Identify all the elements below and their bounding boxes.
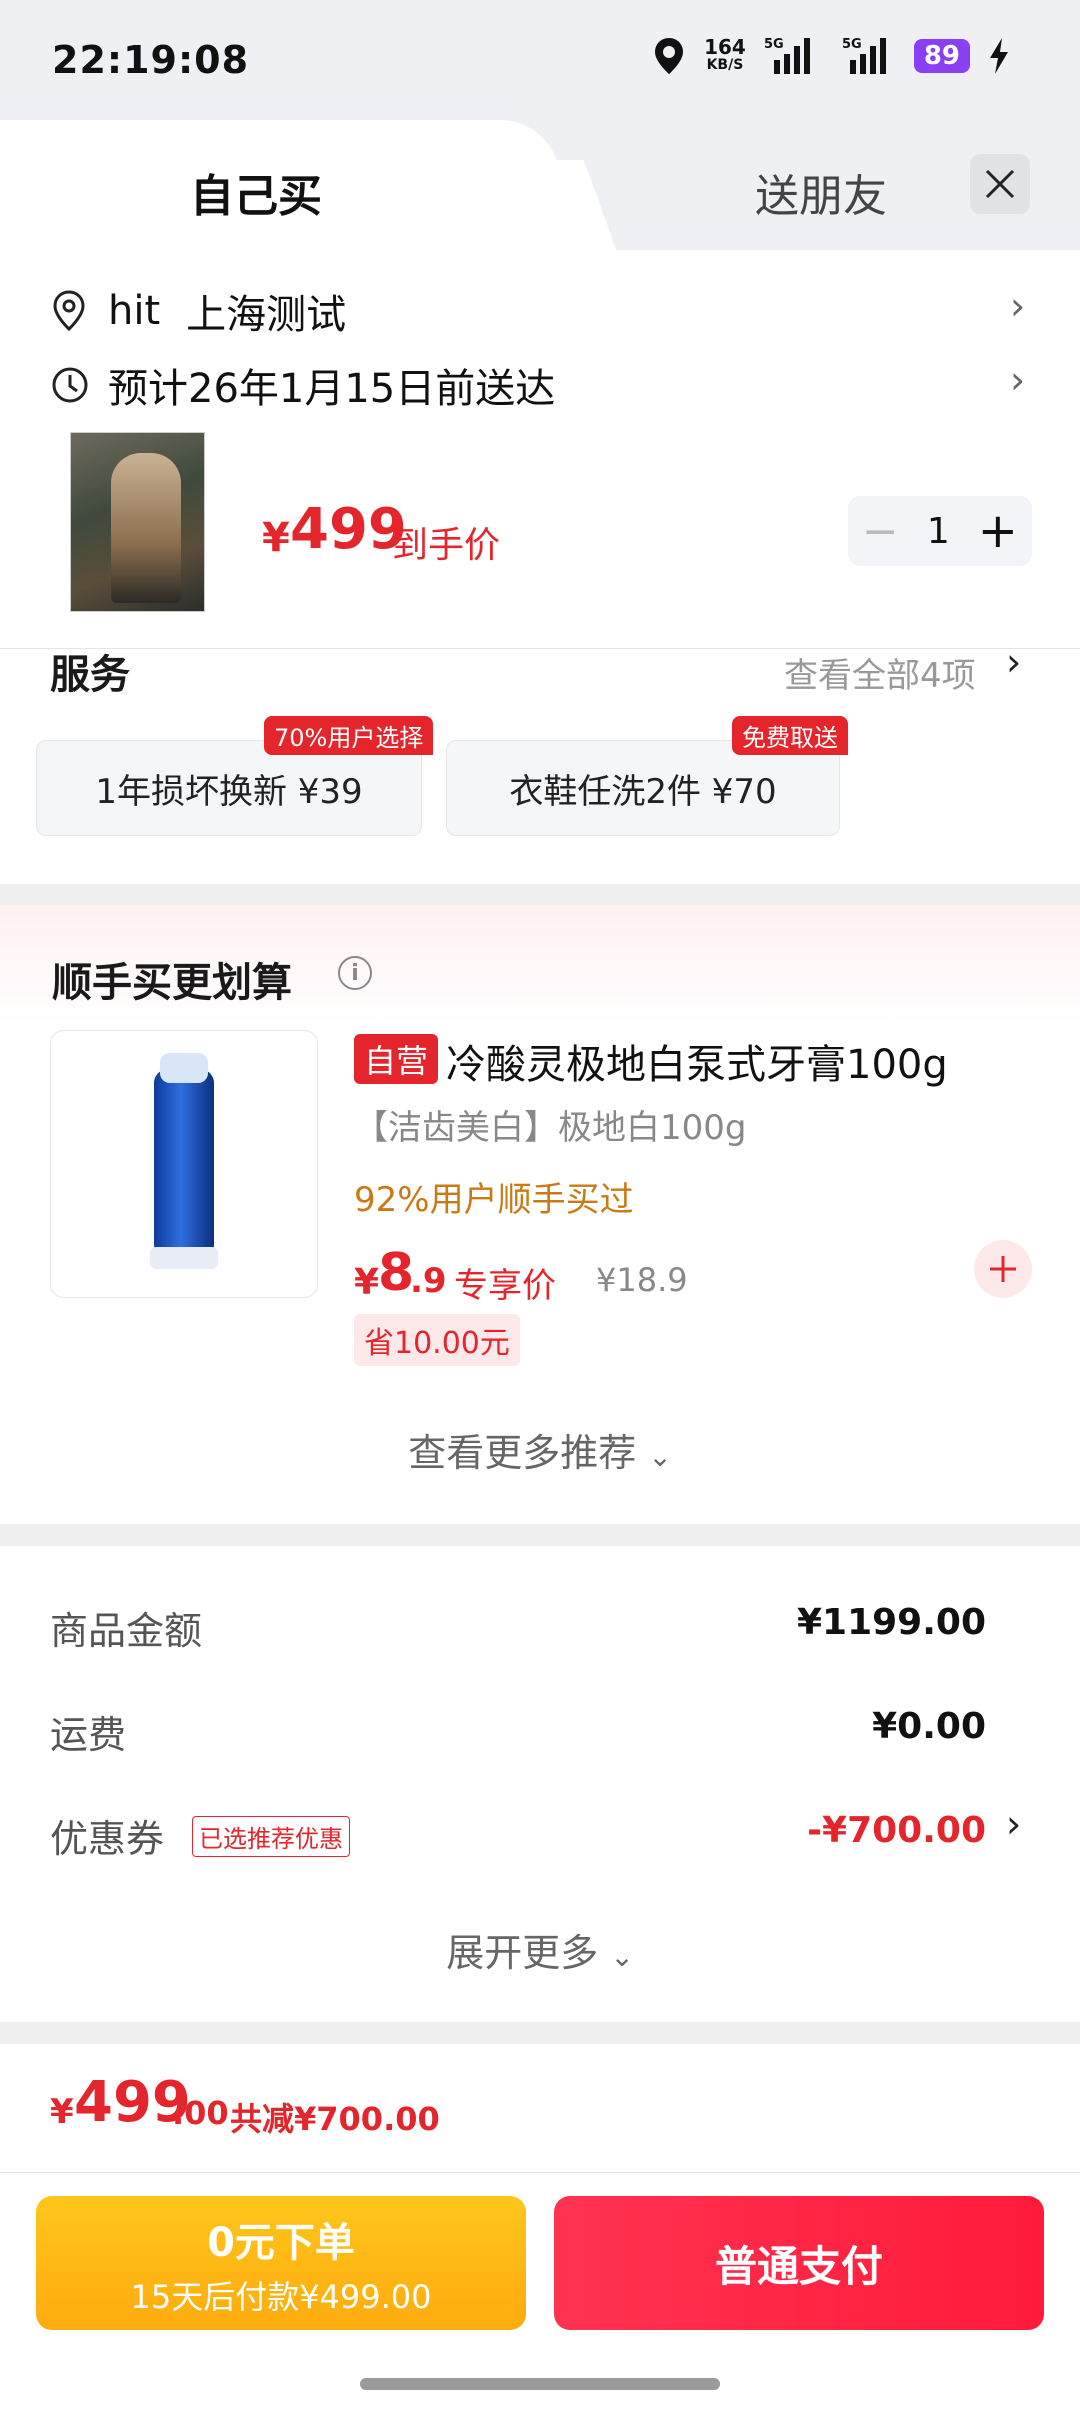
net-speed: 164 KB/S bbox=[704, 35, 746, 73]
section-gap bbox=[0, 884, 1080, 906]
more-recommendations[interactable]: 查看更多推荐 ⌄ bbox=[0, 1422, 1080, 1477]
signal-5g-icon: 5G bbox=[764, 37, 810, 74]
svg-text:5G: 5G bbox=[842, 37, 862, 52]
section-divider bbox=[0, 2172, 1080, 2173]
delivery-chevron-icon: › bbox=[1010, 358, 1026, 402]
plus-icon bbox=[990, 1256, 1016, 1282]
pay-later-button[interactable]: 0元下单 15天后付款¥499.00 bbox=[36, 2196, 526, 2330]
coupon-label[interactable]: 优惠券 bbox=[50, 1808, 164, 1863]
status-time: 22:19:08 bbox=[52, 38, 250, 82]
addon-product-subtitle: 【洁齿美白】极地白100g bbox=[354, 1108, 747, 1148]
delivery-text: 预计26年1月15日前送达 bbox=[108, 366, 556, 412]
clock-icon bbox=[52, 367, 88, 403]
section-gap bbox=[0, 1524, 1080, 1546]
charging-icon bbox=[990, 38, 1008, 74]
delivery-row[interactable]: 预计26年1月15日前送达 bbox=[50, 356, 555, 414]
address-detail: 上海测试 bbox=[186, 292, 347, 338]
address-name: hit bbox=[108, 288, 161, 334]
addon-bought-rate: 92%用户顺手买过 bbox=[354, 1180, 634, 1220]
signal-5g-icon-2: 5G bbox=[842, 37, 886, 74]
addon-price-symbol: ¥ bbox=[354, 1262, 380, 1303]
info-icon[interactable]: i bbox=[338, 956, 372, 990]
service-badge: 70%用户选择 bbox=[264, 716, 434, 755]
address-row[interactable]: hit 上海测试 bbox=[50, 282, 346, 340]
addon-save-badge: 省10.00元 bbox=[354, 1314, 520, 1366]
quantity-stepper: − 1 + bbox=[848, 496, 1032, 566]
tab-gift[interactable]: 送朋友 bbox=[755, 160, 887, 224]
home-indicator[interactable] bbox=[360, 2378, 720, 2390]
toothpaste-image bbox=[150, 1053, 218, 1269]
addon-product-image[interactable] bbox=[50, 1030, 318, 1298]
goods-amount-value: ¥1199.00 bbox=[796, 1602, 986, 1643]
expand-more[interactable]: 展开更多 ⌄ bbox=[0, 1922, 1080, 1977]
service-badge: 免费取送 bbox=[732, 716, 848, 755]
coupon-value[interactable]: -¥700.00 bbox=[807, 1810, 986, 1851]
addon-title: 顺手买更划算 bbox=[52, 960, 292, 1006]
location-pin-icon bbox=[53, 290, 85, 332]
close-icon bbox=[985, 169, 1015, 199]
chevron-down-icon: ⌄ bbox=[610, 1940, 634, 1973]
addon-original-price: ¥18.9 bbox=[596, 1261, 688, 1299]
product-price-label: 到手价 bbox=[392, 525, 501, 566]
status-bar: 22:19:08 164 KB/S 5G 5G 89 bbox=[0, 0, 1080, 120]
pay-later-subtitle: 15天后付款¥499.00 bbox=[130, 2278, 432, 2316]
quantity-value: 1 bbox=[926, 510, 950, 552]
addon-product-name[interactable]: 冷酸灵极地白泵式牙膏100g bbox=[446, 1032, 948, 1090]
battery-level: 89 bbox=[913, 39, 970, 73]
add-addon-button[interactable] bbox=[974, 1240, 1032, 1298]
goods-amount-label: 商品金额 bbox=[50, 1609, 203, 1653]
location-icon bbox=[655, 38, 684, 74]
product-price-symbol: ¥ bbox=[262, 515, 290, 561]
service-option-label: 1年损坏换新 ¥39 bbox=[95, 771, 363, 812]
normal-pay-button[interactable]: 普通支付 bbox=[554, 2196, 1044, 2330]
quantity-decrease-button[interactable]: − bbox=[862, 506, 899, 557]
coupon-chevron-icon: › bbox=[1006, 1802, 1022, 1846]
address-chevron-icon: › bbox=[1010, 284, 1026, 328]
more-recommendations-label: 查看更多推荐 bbox=[408, 1431, 637, 1475]
shipping-label: 运费 bbox=[50, 1713, 127, 1757]
product-price: 499 bbox=[290, 497, 407, 562]
services-chevron-icon: › bbox=[1006, 640, 1022, 684]
chevron-down-icon: ⌄ bbox=[648, 1440, 672, 1473]
shipping-value: ¥0.00 bbox=[872, 1706, 986, 1747]
product-image-person bbox=[111, 453, 181, 603]
addon-price-int: 8 bbox=[378, 1243, 415, 1303]
services-title: 服务 bbox=[50, 652, 130, 698]
total-discount: 共减¥700.00 bbox=[230, 2100, 440, 2138]
addon-price-dec: .9 bbox=[410, 1261, 447, 1301]
section-gap bbox=[0, 2022, 1080, 2044]
tab-self-buy[interactable]: 自己买 bbox=[190, 160, 322, 224]
total-dec: .00 bbox=[172, 2094, 229, 2132]
service-option-label: 衣鞋任洗2件 ¥70 bbox=[509, 771, 777, 812]
product-image[interactable] bbox=[70, 432, 205, 612]
status-icons: 164 KB/S 5G 5G 89 bbox=[652, 36, 1010, 76]
coupon-tag: 已选推荐优惠 bbox=[192, 1816, 350, 1857]
quantity-increase-button[interactable]: + bbox=[978, 503, 1018, 559]
pay-later-title: 0元下单 bbox=[207, 2220, 355, 2266]
expand-more-label: 展开更多 bbox=[446, 1931, 599, 1975]
close-button[interactable] bbox=[970, 154, 1030, 214]
svg-text:5G: 5G bbox=[764, 37, 784, 52]
services-view-all[interactable]: 查看全部4项 bbox=[784, 648, 976, 697]
total-symbol: ¥ bbox=[50, 2092, 74, 2132]
addon-price-label: 专享价 bbox=[454, 1266, 556, 1306]
normal-pay-label: 普通支付 bbox=[714, 2241, 883, 2291]
purchase-tabs: 自己买 送朋友 bbox=[0, 120, 1080, 250]
self-operated-tag: 自营 bbox=[354, 1034, 439, 1084]
